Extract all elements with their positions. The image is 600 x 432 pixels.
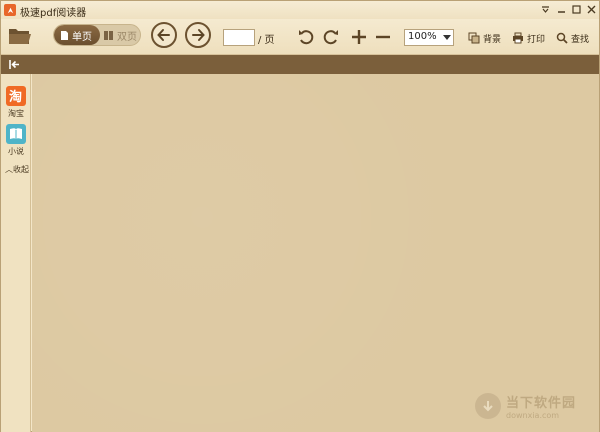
app-logo-icon <box>4 4 16 16</box>
page-number-input[interactable] <box>223 29 255 46</box>
zoom-out-icon <box>376 35 390 39</box>
collapse-label: 收起 <box>13 165 29 174</box>
next-page-icon <box>192 29 205 41</box>
print-label: 打印 <box>527 34 546 45</box>
zoom-out-button[interactable] <box>373 27 393 47</box>
maximize-icon[interactable] <box>569 3 583 16</box>
title-bar: 极速pdf阅读器 <box>1 1 599 19</box>
double-page-label: 双页 <box>117 31 137 43</box>
background-icon <box>468 32 480 44</box>
sidebar-item-novel[interactable]: 小说 <box>4 124 28 157</box>
rotate-right-icon <box>323 30 338 45</box>
app-window: 极速pdf阅读器 单页 双页 / 页 100% 背景 打印 查找 淘 淘宝 小说… <box>0 0 600 432</box>
single-page-label: 单页 <box>72 31 92 43</box>
sidebar: 淘 淘宝 小说 ︿收起 <box>1 74 31 432</box>
rotate-right-button[interactable] <box>321 27 341 47</box>
find-label: 查找 <box>571 34 590 45</box>
taobao-icon: 淘 <box>6 86 26 106</box>
watermark-domain: downxia.com <box>506 411 560 420</box>
double-page-button[interactable]: 双页 <box>100 25 140 45</box>
menu-icon[interactable] <box>538 3 552 16</box>
find-button[interactable]: 查找 <box>556 30 589 46</box>
sidebar-toggle-bar <box>1 55 599 74</box>
sidebar-item-taobao[interactable]: 淘 淘宝 <box>4 86 28 119</box>
watermark-name: 当下软件园 <box>506 396 577 411</box>
svg-text:淘: 淘 <box>9 89 22 104</box>
single-page-button[interactable]: 单页 <box>54 25 100 45</box>
book-icon <box>6 124 26 144</box>
document-canvas[interactable] <box>32 74 599 432</box>
open-folder-icon[interactable] <box>7 24 33 48</box>
next-page-button[interactable] <box>185 22 211 48</box>
chevron-down-icon[interactable] <box>443 35 451 40</box>
background-button[interactable]: 背景 <box>468 30 501 46</box>
page-suffix: / 页 <box>258 35 275 46</box>
page-icon <box>61 30 68 40</box>
sidebar-item-label: 淘宝 <box>8 109 24 118</box>
prev-page-icon <box>157 29 170 41</box>
rotate-left-icon <box>299 30 314 45</box>
search-icon <box>556 32 568 44</box>
collapse-sidebar-icon[interactable] <box>8 58 21 71</box>
prev-page-button[interactable] <box>151 22 177 48</box>
watermark: 当下软件园 downxia.com <box>475 389 595 423</box>
print-button[interactable]: 打印 <box>512 30 545 46</box>
sidebar-item-label: 小说 <box>8 147 24 156</box>
minimize-icon[interactable] <box>554 3 568 16</box>
double-page-icon <box>104 30 113 40</box>
zoom-in-icon <box>352 30 366 44</box>
rotate-left-button[interactable] <box>296 27 316 47</box>
toolbar: 单页 双页 / 页 100% 背景 打印 查找 <box>1 19 599 55</box>
collapse-sidebar-button[interactable]: ︿收起 <box>5 164 29 175</box>
close-icon[interactable] <box>584 3 598 16</box>
window-title: 极速pdf阅读器 <box>20 8 87 19</box>
view-mode-toggle: 单页 双页 <box>53 24 141 46</box>
download-icon <box>475 393 501 419</box>
print-icon <box>513 32 523 44</box>
background-label: 背景 <box>483 34 502 45</box>
zoom-in-button[interactable] <box>349 27 369 47</box>
chevron-up-icon: ︿ <box>5 165 13 174</box>
